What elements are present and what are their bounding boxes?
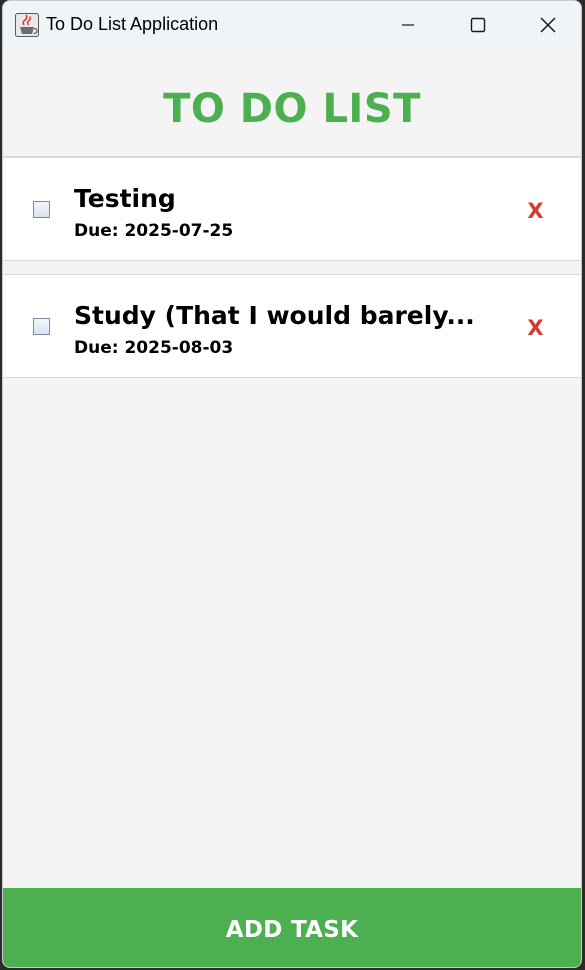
window-title: To Do List Application [46, 14, 219, 34]
task-item: Testing Due: 2025-07-25 X [3, 157, 581, 261]
app-window: To Do List Application TO DO LIST Testin… [2, 0, 582, 968]
delete-task-button[interactable]: X [523, 313, 548, 343]
task-title: Study (That I would barely... [74, 301, 475, 330]
title-bar[interactable]: To Do List Application [3, 1, 581, 49]
delete-task-button[interactable]: X [523, 196, 548, 226]
task-checkbox[interactable] [33, 318, 50, 335]
minimize-button[interactable] [373, 1, 443, 49]
java-cup-icon [15, 13, 39, 37]
maximize-icon [470, 17, 486, 33]
header-panel: TO DO LIST [3, 49, 581, 157]
close-icon [540, 17, 556, 33]
task-due-date: Due: 2025-08-03 [74, 338, 234, 358]
task-title: Testing [74, 184, 176, 213]
add-task-button[interactable]: ADD TASK [3, 888, 581, 967]
task-item: Study (That I would barely... Due: 2025-… [3, 274, 581, 378]
page-title: TO DO LIST [163, 86, 421, 132]
task-checkbox[interactable] [33, 201, 50, 218]
minimize-icon [402, 24, 414, 26]
task-due-date: Due: 2025-07-25 [74, 221, 234, 241]
close-button[interactable] [513, 1, 581, 49]
maximize-button[interactable] [443, 1, 513, 49]
